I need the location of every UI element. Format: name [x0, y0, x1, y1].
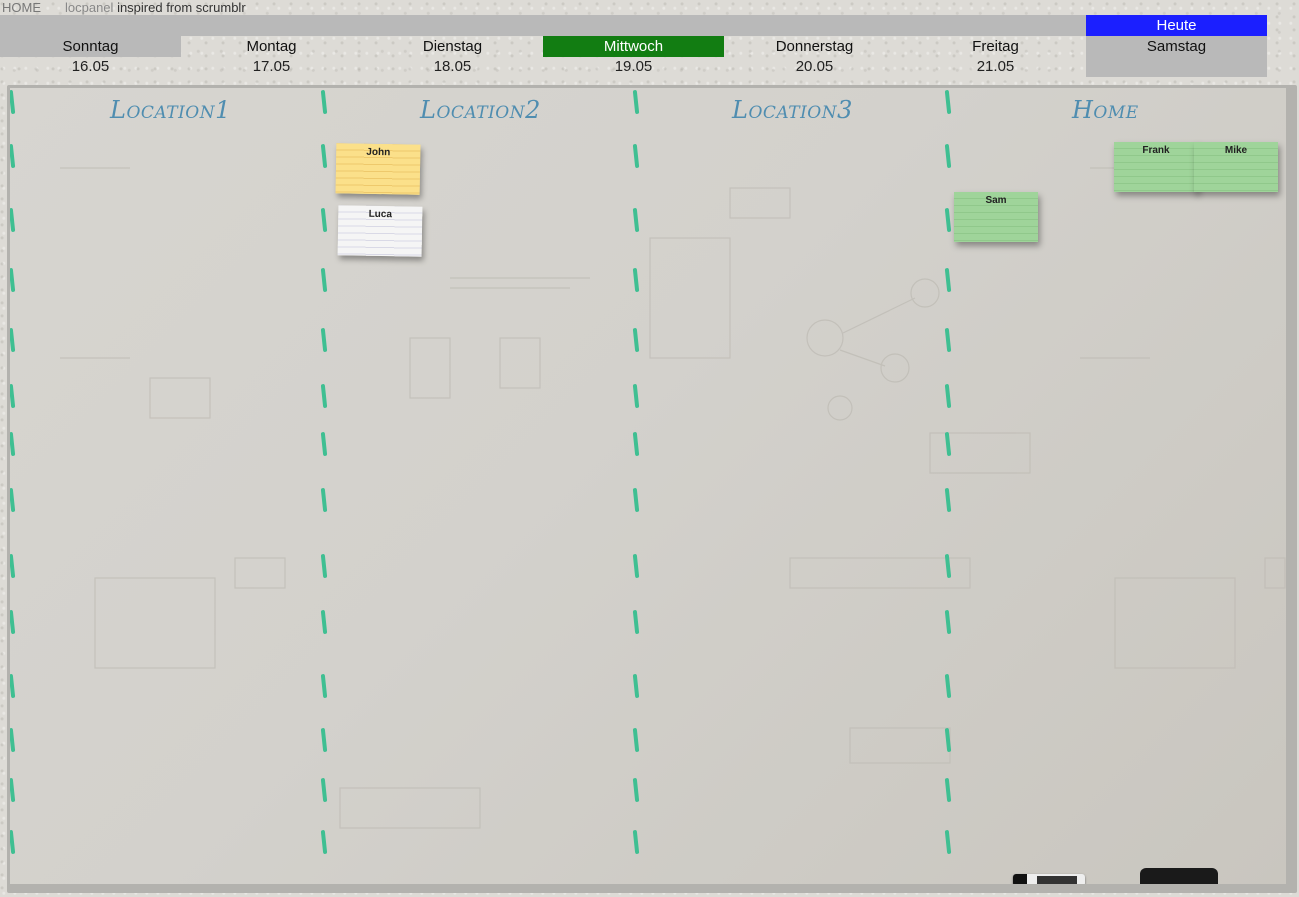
- location-title: Location2: [420, 96, 541, 124]
- person-card-john[interactable]: John: [335, 143, 421, 195]
- location-title: Location3: [732, 96, 853, 124]
- day-tab-thursday[interactable]: Donnerstag 20.05: [724, 36, 905, 77]
- home-link[interactable]: HOME: [2, 0, 41, 15]
- brand-name: locpanel: [65, 0, 114, 15]
- column-divider: [944, 88, 954, 884]
- person-card-luca[interactable]: Luca: [337, 205, 423, 257]
- day-header-band: [0, 15, 1086, 36]
- day-date: 19.05: [614, 58, 653, 75]
- day-tab-sunday[interactable]: Sonntag 16.05: [0, 36, 181, 77]
- day-date: 20.05: [795, 58, 834, 75]
- whiteboard: Location1 Location2 Location3 Home John …: [10, 88, 1286, 884]
- day-date: 18.05: [433, 58, 472, 75]
- column-divider: [320, 88, 330, 884]
- today-badge: Heute: [1086, 15, 1267, 36]
- background-sketches: [60, 167, 1286, 829]
- day-name: Dienstag: [422, 38, 483, 55]
- day-tab-wednesday[interactable]: Mittwoch 19.05: [543, 36, 724, 77]
- day-name: Sonntag: [0, 36, 181, 57]
- day-date: 21.05: [976, 58, 1015, 75]
- marker-icon: [1013, 874, 1085, 884]
- day-tab-tuesday[interactable]: Dienstag 18.05: [362, 36, 543, 77]
- top-bar: HOME locpanel inspired from scrumblr: [0, 0, 1299, 15]
- tagline-text: inspired from scrumblr: [117, 0, 246, 15]
- day-name: Freitag: [972, 38, 1019, 55]
- day-date: 17.05: [252, 58, 291, 75]
- location-title: Location1: [110, 96, 231, 124]
- day-tab-monday[interactable]: Montag 17.05: [181, 36, 362, 77]
- day-tab-friday[interactable]: Freitag 21.05: [905, 36, 1086, 77]
- column-divider: [10, 88, 18, 884]
- day-name: Montag: [246, 38, 297, 55]
- eraser-icon: [1140, 868, 1218, 884]
- day-tab-saturday[interactable]: Samstag: [1086, 36, 1267, 57]
- tagline: locpanel inspired from scrumblr: [65, 0, 246, 15]
- person-card-frank[interactable]: Frank: [1114, 142, 1198, 192]
- day-date: 16.05: [71, 58, 110, 75]
- person-card-mike[interactable]: Mike: [1194, 142, 1278, 192]
- day-name: Mittwoch: [543, 36, 724, 57]
- column-divider: [632, 88, 642, 884]
- person-card-sam[interactable]: Sam: [954, 192, 1038, 242]
- day-name: Donnerstag: [775, 38, 854, 55]
- location-title: Home: [1072, 96, 1139, 124]
